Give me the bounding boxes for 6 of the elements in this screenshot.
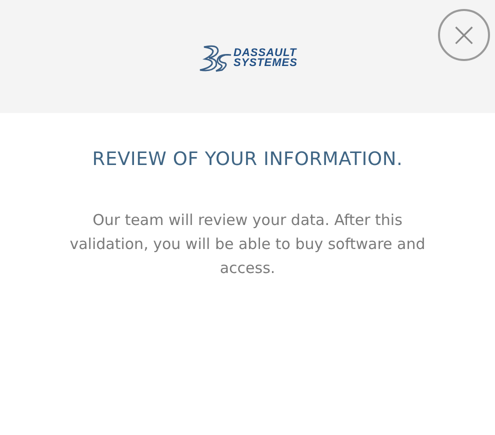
close-button[interactable]: ×: [438, 9, 490, 61]
logo-text: DASSAULT: [234, 48, 298, 58]
logo-icon: [198, 42, 232, 72]
dialog-title: REVIEW OF YOUR INFORMATION.: [91, 149, 404, 170]
logo-text: SYSTEMES: [234, 58, 298, 68]
message-text: Our team will review your data. After this validation, you will be able to buy software and access.: [68, 210, 426, 279]
